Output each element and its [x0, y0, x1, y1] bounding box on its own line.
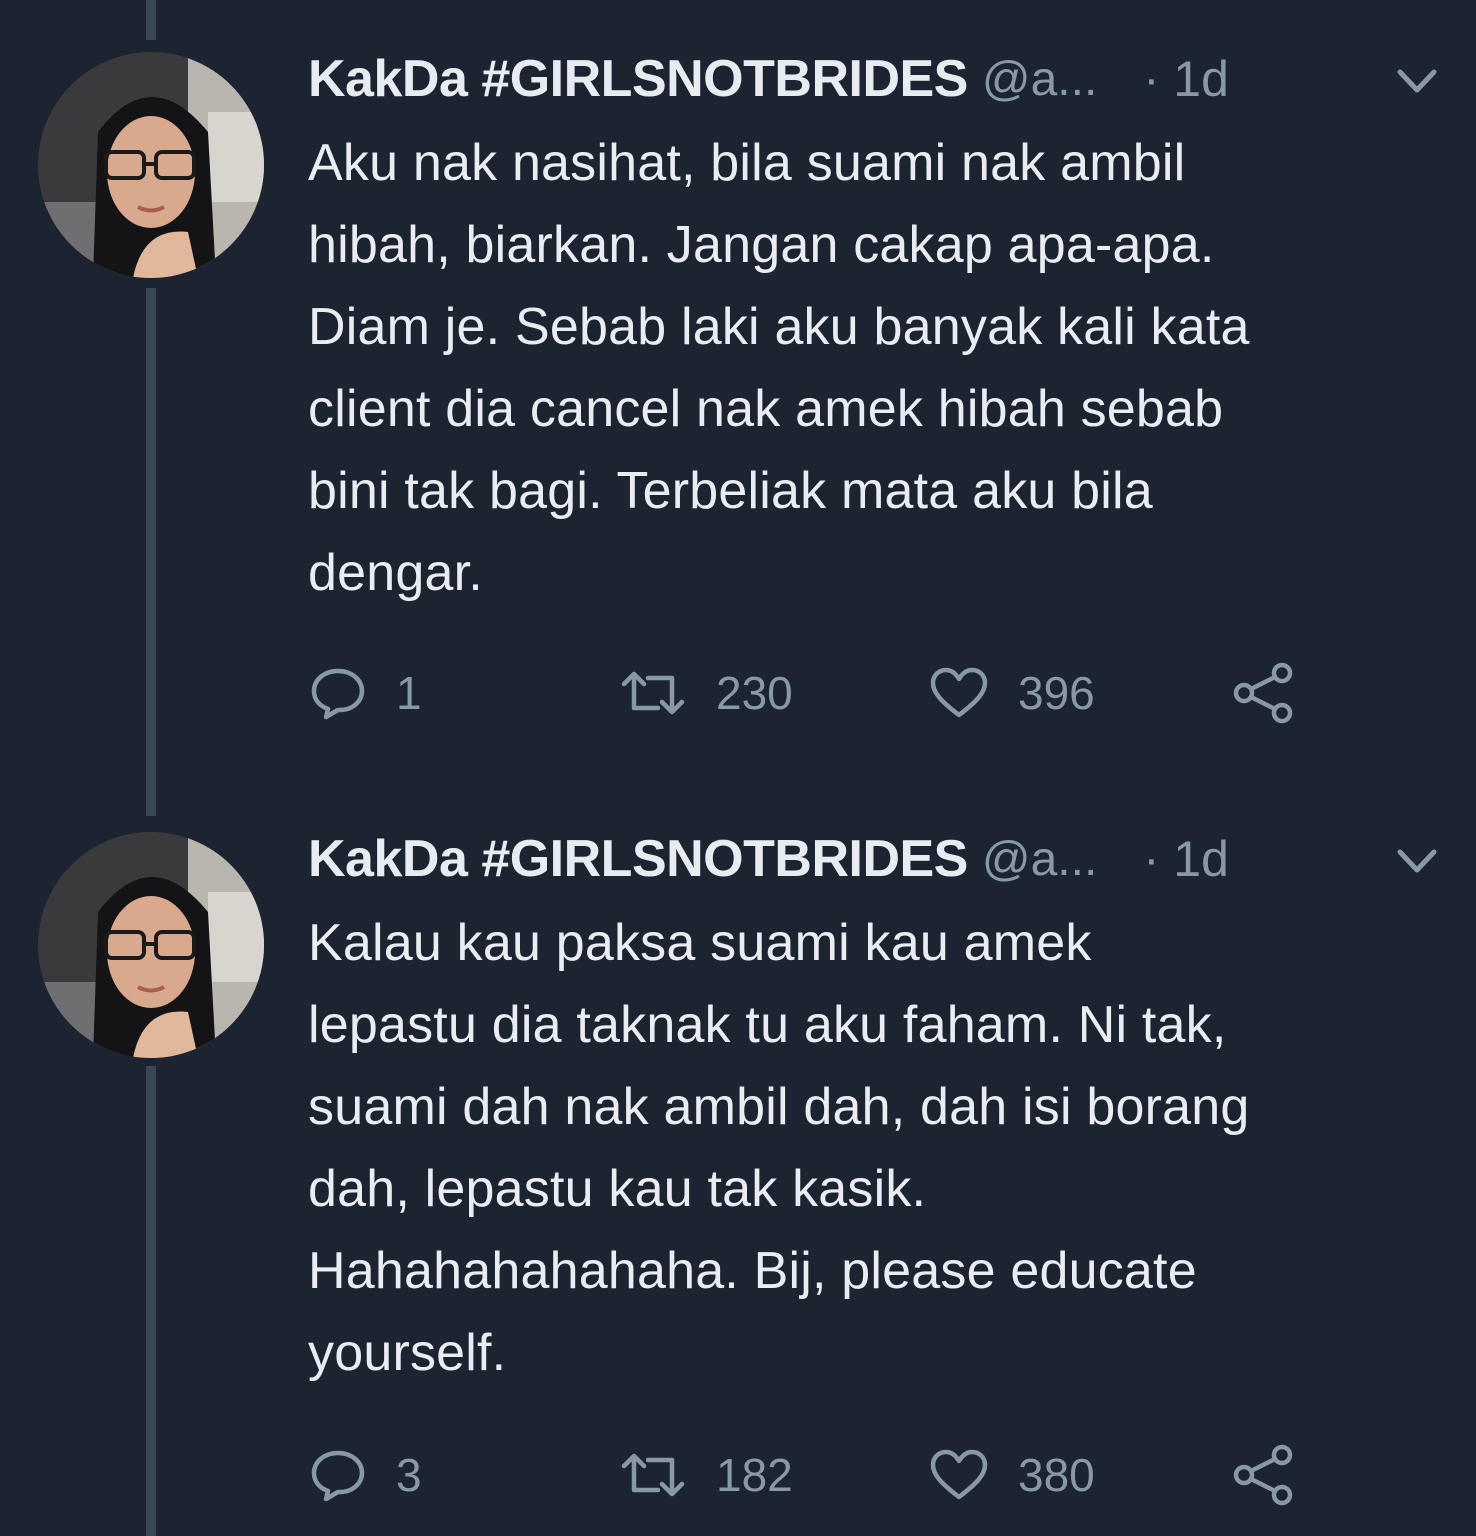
tweet-header: KakDa #GIRLSNOTBRIDES @a... · 1d	[308, 44, 1458, 114]
profile-photo-icon	[38, 52, 264, 278]
reply-button[interactable]: 1	[308, 658, 422, 728]
heart-icon	[930, 667, 988, 718]
retweet-button[interactable]: 230	[618, 658, 793, 728]
separator-dot: ·	[1143, 832, 1160, 886]
tweet-actions: 1 230 396	[308, 658, 1458, 728]
retweet-count: 230	[716, 667, 793, 719]
reply-button[interactable]: 3	[308, 1440, 422, 1510]
tweet-actions: 3 182 380	[308, 1440, 1458, 1510]
tweet-text-line: dah, lepastu kau tak kasik.	[308, 1160, 927, 1218]
tweet-text-line: bini tak bagi. Terbeliak mata aku bila	[308, 462, 1153, 520]
tweet-text-line: Aku nak nasihat, bila suami nak ambil	[308, 134, 1186, 192]
reply-count: 1	[396, 667, 422, 719]
tweet-timestamp[interactable]: 1d	[1173, 50, 1229, 108]
chevron-down-icon[interactable]	[1396, 846, 1438, 876]
display-name[interactable]: KakDa #GIRLSNOTBRIDES	[308, 49, 968, 109]
share-button[interactable]	[1230, 1440, 1296, 1510]
like-button[interactable]: 380	[928, 1440, 1095, 1510]
retweet-count: 182	[716, 1449, 793, 1501]
tweet-text-line: Hahahahahahaha. Bij, please educate	[308, 1242, 1197, 1300]
tweet-text-line: suami dah nak ambil dah, dah isi borang	[308, 1078, 1250, 1136]
like-count: 380	[1018, 1449, 1095, 1501]
tweet-text-line: yourself.	[308, 1324, 507, 1382]
tweet-text: Kalau kau paksa suami kau amek lepastu d…	[308, 902, 1448, 1394]
share-button[interactable]	[1230, 658, 1296, 728]
tweet-text-line: Diam je. Sebab laki aku banyak kali kata	[308, 298, 1250, 356]
like-count: 396	[1018, 667, 1095, 719]
tweet[interactable]: KakDa #GIRLSNOTBRIDES @a... · 1d Kalau k…	[0, 780, 1476, 1536]
chevron-down-icon[interactable]	[1396, 66, 1438, 96]
user-handle[interactable]: @a...	[982, 832, 1097, 887]
speech-bubble-icon	[311, 1450, 365, 1502]
retweet-arrows-icon	[621, 1453, 685, 1497]
retweet-arrows-icon	[621, 671, 685, 715]
avatar[interactable]	[38, 52, 264, 278]
separator-dot: ·	[1143, 52, 1160, 106]
tweet-thread: KakDa #GIRLSNOTBRIDES @a... · 1d Aku nak…	[0, 0, 1476, 1536]
tweet-text-line: hibah, biarkan. Jangan cakap apa-apa.	[308, 216, 1215, 274]
retweet-button[interactable]: 182	[618, 1440, 793, 1510]
display-name[interactable]: KakDa #GIRLSNOTBRIDES	[308, 829, 968, 889]
avatar[interactable]	[38, 832, 264, 1058]
tweet-text-line: client dia cancel nak amek hibah sebab	[308, 380, 1224, 438]
speech-bubble-icon	[311, 668, 365, 720]
user-handle[interactable]: @a...	[982, 52, 1097, 107]
tweet[interactable]: KakDa #GIRLSNOTBRIDES @a... · 1d Aku nak…	[0, 0, 1476, 800]
tweet-timestamp[interactable]: 1d	[1173, 830, 1229, 888]
tweet-text-line: Kalau kau paksa suami kau amek	[308, 914, 1092, 972]
heart-icon	[930, 1449, 988, 1500]
like-button[interactable]: 396	[928, 658, 1095, 728]
tweet-text: Aku nak nasihat, bila suami nak ambil hi…	[308, 122, 1448, 614]
profile-photo-icon	[38, 832, 264, 1058]
reply-count: 3	[396, 1449, 422, 1501]
share-nodes-icon	[1233, 1444, 1293, 1506]
tweet-text-line: lepastu dia taknak tu aku faham. Ni tak,	[308, 996, 1227, 1054]
share-nodes-icon	[1233, 662, 1293, 724]
tweet-header: KakDa #GIRLSNOTBRIDES @a... · 1d	[308, 824, 1458, 894]
tweet-text-line: dengar.	[308, 544, 483, 602]
